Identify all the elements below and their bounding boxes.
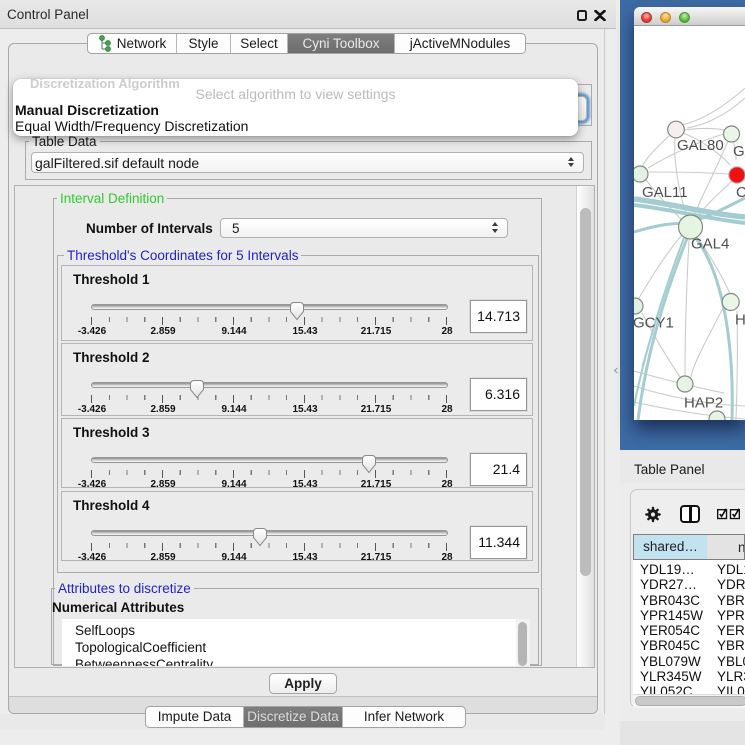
svg-text:GAL11: GAL11 xyxy=(642,184,688,201)
svg-text:GCY1: GCY1 xyxy=(634,315,674,332)
svg-text:H: H xyxy=(735,312,745,329)
svg-text:HAP2: HAP2 xyxy=(684,395,723,412)
svg-text:GAL4: GAL4 xyxy=(691,236,729,253)
svg-text:GAL80: GAL80 xyxy=(677,137,724,154)
svg-text:GA: GA xyxy=(733,143,745,160)
svg-text:C: C xyxy=(736,184,745,201)
